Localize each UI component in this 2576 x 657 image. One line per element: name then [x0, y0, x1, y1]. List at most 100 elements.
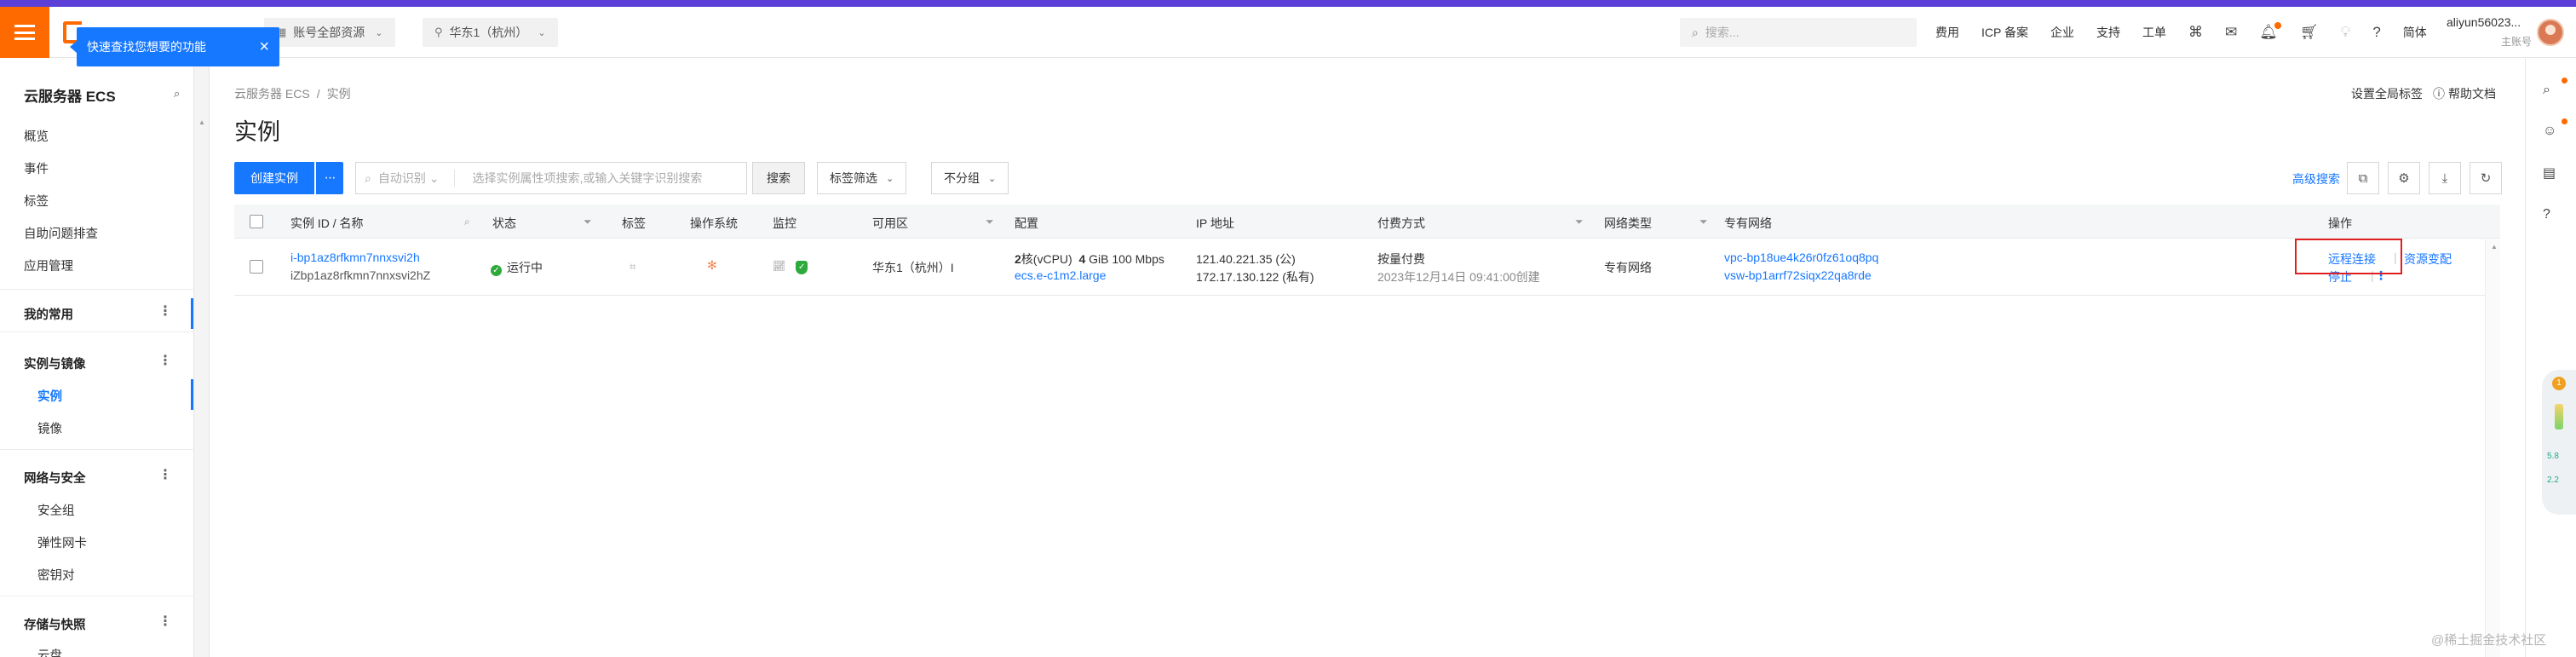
sidebar-item-events[interactable]: 事件: [24, 159, 49, 177]
sidebar-item-app-management[interactable]: 应用管理: [24, 256, 73, 274]
filter-icon[interactable]: ⏷: [1575, 216, 1584, 228]
avatar[interactable]: [2537, 19, 2564, 46]
sidebar-item-troubleshoot[interactable]: 自助问题排查: [24, 224, 98, 242]
advanced-search-link[interactable]: 高级搜索: [2292, 170, 2340, 187]
vpc-link[interactable]: vpc-bp18ue4k26r0fz61oq8pq: [1724, 251, 1878, 264]
sidebar-scrollbar[interactable]: ▲: [194, 59, 210, 657]
create-instance-button[interactable]: 创建实例: [234, 162, 314, 194]
language-switch[interactable]: 简体: [2403, 24, 2427, 41]
widget-stat-1: 5.8: [2547, 452, 2559, 461]
region-dropdown[interactable]: ⚲ 华东1（杭州） ⌄: [423, 18, 558, 47]
sidebar: 云服务器 ECS ⌕ 概览 事件 标签 自助问题排查 应用管理 我的常用 ⋮ 实…: [0, 59, 194, 657]
zone-text: 华东1（杭州）I: [872, 261, 954, 274]
filter-icon[interactable]: ⏷: [584, 216, 592, 228]
more-icon[interactable]: ⋮: [158, 466, 172, 483]
filter-icon[interactable]: ⏷: [1699, 216, 1708, 228]
sidebar-item-key-pairs[interactable]: 密钥对: [37, 566, 75, 584]
sidebar-group-instances-images[interactable]: 实例与镜像: [24, 354, 86, 372]
sidebar-item-eni[interactable]: 弹性网卡: [37, 533, 87, 551]
instance-type-link[interactable]: ecs.e-c1m2.large: [1015, 268, 1106, 282]
sidebar-item-instances[interactable]: 实例: [37, 387, 62, 405]
notification-dot: [2562, 118, 2567, 124]
message-icon[interactable]: ✉: [2225, 24, 2237, 41]
os-icon: ✻: [707, 258, 717, 272]
more-actions-button[interactable]: ···: [316, 162, 343, 194]
table-scrollbar[interactable]: ▲: [2485, 239, 2500, 657]
cart-icon[interactable]: 🛒︎: [2300, 24, 2319, 41]
bell-icon[interactable]: 🔔︎: [2259, 22, 2281, 41]
chevron-down-icon: ⌄: [886, 173, 894, 184]
instance-search-input[interactable]: ⌕ 自动识别 ⌄ 选择实例属性项搜索,或输入关键字识别搜索: [355, 162, 747, 194]
sidebar-item-tags[interactable]: 标签: [24, 192, 49, 210]
search-icon[interactable]: ⌕: [464, 216, 470, 228]
sidebar-group-storage-snapshots[interactable]: 存储与快照: [24, 615, 86, 633]
shield-icon[interactable]: ✓: [796, 261, 808, 274]
close-icon[interactable]: ×: [259, 37, 269, 57]
more-icon[interactable]: ⋮: [158, 613, 172, 630]
help-icon[interactable]: ?: [2372, 24, 2380, 41]
col-vpc: 专有网络: [1724, 216, 1772, 230]
watermark: @稀土掘金技术社区: [2431, 633, 2547, 648]
sidebar-search-icon[interactable]: ⌕: [174, 87, 180, 101]
link-ticket[interactable]: 工单: [2142, 24, 2166, 41]
check-icon: ✓: [491, 265, 502, 276]
floating-assistant-widget[interactable]: 1 5.8 2.2: [2542, 370, 2576, 515]
bandwidth: 100 Mbps: [1112, 252, 1164, 266]
group-dropdown[interactable]: 不分组 ⌄: [931, 162, 1009, 194]
settings-icon[interactable]: ⚙: [2388, 162, 2420, 194]
more-icon[interactable]: ⋮: [158, 352, 172, 369]
instance-id-link[interactable]: i-bp1az8rfkmn7nnxsvi2h: [290, 251, 420, 264]
divider: [0, 449, 194, 450]
help-docs-link[interactable]: 帮助文档: [2448, 85, 2496, 102]
sidebar-item-disks[interactable]: 云盘: [37, 646, 62, 657]
account-resources-dropdown[interactable]: ▦ 账号全部资源 ⌄: [264, 18, 395, 47]
robot-icon[interactable]: ☺: [2543, 124, 2556, 139]
tooltip-text: 快速查找您想要的功能: [87, 40, 206, 54]
global-tags-link[interactable]: 设置全局标签: [2351, 85, 2423, 102]
link-billing[interactable]: 费用: [1935, 24, 1959, 41]
tag-filter-label: 标签筛选: [830, 171, 877, 185]
col-actions: 操作: [2328, 216, 2352, 230]
global-search-placeholder: 搜索...: [1705, 26, 1739, 39]
row-checkbox[interactable]: [250, 260, 263, 274]
scroll-up-icon[interactable]: ▲: [2491, 243, 2498, 251]
menu-button[interactable]: [0, 7, 49, 58]
select-all-checkbox[interactable]: [250, 215, 263, 228]
user-menu[interactable]: aliyun56023... 主账号: [2447, 15, 2532, 53]
tag-filter-dropdown[interactable]: 标签筛选 ⌄: [817, 162, 907, 194]
download-icon[interactable]: ⤓: [2429, 162, 2461, 194]
sidebar-item-security-groups[interactable]: 安全组: [37, 501, 75, 519]
search-mode-label: 自动识别: [377, 171, 426, 185]
search-mode-dropdown[interactable]: 自动识别 ⌄: [378, 170, 456, 187]
global-search-input[interactable]: ⌕ 搜索...: [1680, 18, 1917, 47]
sidebar-item-overview[interactable]: 概览: [24, 127, 49, 145]
vswitch-link[interactable]: vsw-bp1arrf72siqx22qa8rde: [1724, 268, 1872, 282]
feature-search-tooltip: 快速查找您想要的功能 ×: [70, 27, 279, 66]
document-icon[interactable]: ▤: [2543, 164, 2556, 182]
resize-link[interactable]: 资源变配: [2404, 251, 2452, 268]
help-icon[interactable]: ?: [2543, 207, 2550, 222]
link-icp[interactable]: ICP 备案: [1981, 24, 2028, 41]
terminal-icon[interactable]: ⌘: [2188, 24, 2203, 41]
sidebar-group-network-security[interactable]: 网络与安全: [24, 469, 86, 487]
col-ip: IP 地址: [1196, 216, 1234, 230]
link-support[interactable]: 支持: [2096, 24, 2120, 41]
sidebar-item-images[interactable]: 镜像: [37, 419, 62, 437]
sidebar-group-my-common[interactable]: 我的常用: [24, 305, 73, 323]
link-enterprise[interactable]: 企业: [2050, 24, 2074, 41]
chart-icon[interactable]: 📈︎: [773, 260, 785, 272]
search-icon[interactable]: ⌕: [2543, 83, 2550, 98]
col-tags: 标签: [622, 216, 646, 230]
top-accent-bar: [0, 0, 2576, 7]
status-text: 运行中: [507, 261, 543, 274]
breadcrumb-ecs[interactable]: 云服务器 ECS: [234, 87, 310, 101]
layers-icon[interactable]: ⧉: [2347, 162, 2379, 194]
lightbulb-icon[interactable]: 💡︎: [2340, 24, 2350, 41]
search-button[interactable]: 搜索: [752, 162, 805, 194]
more-icon[interactable]: ⋮: [158, 303, 172, 320]
top-links: 费用 ICP 备案 企业 支持 工单 ⌘ ✉ 🔔︎ 🛒︎ 💡︎ ? 简体: [1935, 7, 2449, 58]
scroll-up-icon[interactable]: ▲: [198, 118, 205, 126]
refresh-icon[interactable]: ↻: [2470, 162, 2502, 194]
filter-icon[interactable]: ⏷: [986, 216, 994, 228]
tag-icon[interactable]: ⌗: [630, 260, 635, 274]
